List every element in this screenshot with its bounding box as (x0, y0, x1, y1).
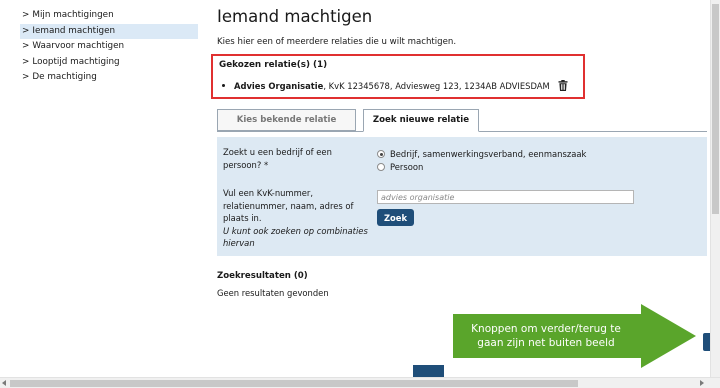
tab-kies-bekende-relatie[interactable]: Kies bekende relatie (217, 109, 356, 131)
search-field-label: Vul een KvK-nummer, relatienummer, naam,… (223, 187, 368, 250)
sidebar-item-mijn-machtigingen[interactable]: > Mijn machtigingen (20, 8, 198, 24)
scroll-left-icon[interactable] (2, 380, 6, 386)
sidebar-item-label: De machtiging (32, 72, 97, 82)
search-results-empty: Geen resultaten gevonden (217, 288, 329, 298)
relation-tabs: Kies bekende relatie Zoek nieuwe relatie (217, 109, 707, 132)
sidebar-item-waarvoor-machtigen[interactable]: > Waarvoor machtigen (20, 39, 198, 55)
annotation-text: Knoppen om verder/terug te gaan zijn net… (471, 323, 621, 349)
radio-label: Persoon (390, 162, 424, 172)
chosen-relations-box: Gekozen relatie(s) (1) Advies Organisati… (211, 54, 585, 99)
radio-option-bedrijf[interactable]: Bedrijf, samenwerkingsverband, eenmansza… (377, 149, 586, 159)
radio-label: Bedrijf, samenwerkingsverband, eenmansza… (390, 149, 587, 159)
sidebar-nav: > Mijn machtigingen > Iemand machtigen > Wa… (20, 8, 198, 86)
sidebar-item-looptijd-machtiging[interactable]: > Looptijd machtiging (20, 55, 198, 71)
scroll-right-icon[interactable] (700, 380, 704, 386)
search-button[interactable]: Zoek (377, 209, 414, 226)
chevron-right-icon: > (22, 56, 30, 67)
horizontal-scrollbar[interactable] (0, 377, 720, 388)
chosen-relation-name: Advies Organisatie (234, 80, 324, 91)
search-field-instruction: Vul een KvK-nummer, relatienummer, naam,… (223, 188, 354, 223)
vertical-scrollbar-thumb[interactable] (712, 4, 719, 214)
chosen-relations-title: Gekozen relatie(s) (1) (219, 60, 328, 70)
question-type-label: Zoekt u een bedrijf of een persoon? * (223, 147, 332, 170)
annotation-callout: Knoppen om verder/terug te gaan zijn net… (453, 304, 696, 368)
vertical-scrollbar[interactable] (710, 0, 720, 377)
sidebar-item-label: Looptijd machtiging (32, 56, 120, 67)
bullet-icon (222, 84, 225, 87)
radio-button[interactable] (377, 163, 385, 171)
sidebar-item-label: Mijn machtigingen (32, 10, 114, 20)
sidebar-item-label: Waarvoor machtigen (32, 41, 125, 51)
search-results-title: Zoekresultaten (0) (217, 271, 308, 281)
chosen-relation-details: , KvK 12345678, Adviesweg 123, 1234AB AD… (323, 80, 550, 91)
search-hint: U kunt ook zoeken op combinaties hiervan (223, 225, 368, 249)
search-form-panel: Zoekt u een bedrijf of een persoon? * Be… (217, 137, 707, 256)
chevron-right-icon: > (22, 10, 30, 20)
chevron-right-icon: > (22, 25, 30, 36)
horizontal-scrollbar-thumb[interactable] (10, 380, 578, 387)
tab-zoek-nieuwe-relatie[interactable]: Zoek nieuwe relatie (363, 109, 479, 132)
chevron-right-icon: > (22, 41, 30, 51)
navigation-button-partial[interactable] (413, 365, 444, 377)
search-input[interactable] (377, 190, 634, 204)
page-title: Iemand machtigen (217, 7, 373, 26)
trash-icon[interactable] (558, 80, 568, 91)
sidebar-item-de-machtiging[interactable]: > De machtiging (20, 70, 198, 86)
sidebar-item-iemand-machtigen[interactable]: > Iemand machtigen (20, 23, 198, 39)
intro-text: Kies hier een of meerdere relaties die u… (217, 37, 457, 47)
chosen-relation-item: Advies Organisatie , KvK 12345678, Advie… (219, 80, 568, 91)
radio-button-checked[interactable] (377, 150, 385, 158)
chevron-right-icon: > (22, 72, 30, 82)
sidebar-item-label: Iemand machtigen (32, 25, 116, 36)
radio-option-persoon[interactable]: Persoon (377, 162, 423, 172)
